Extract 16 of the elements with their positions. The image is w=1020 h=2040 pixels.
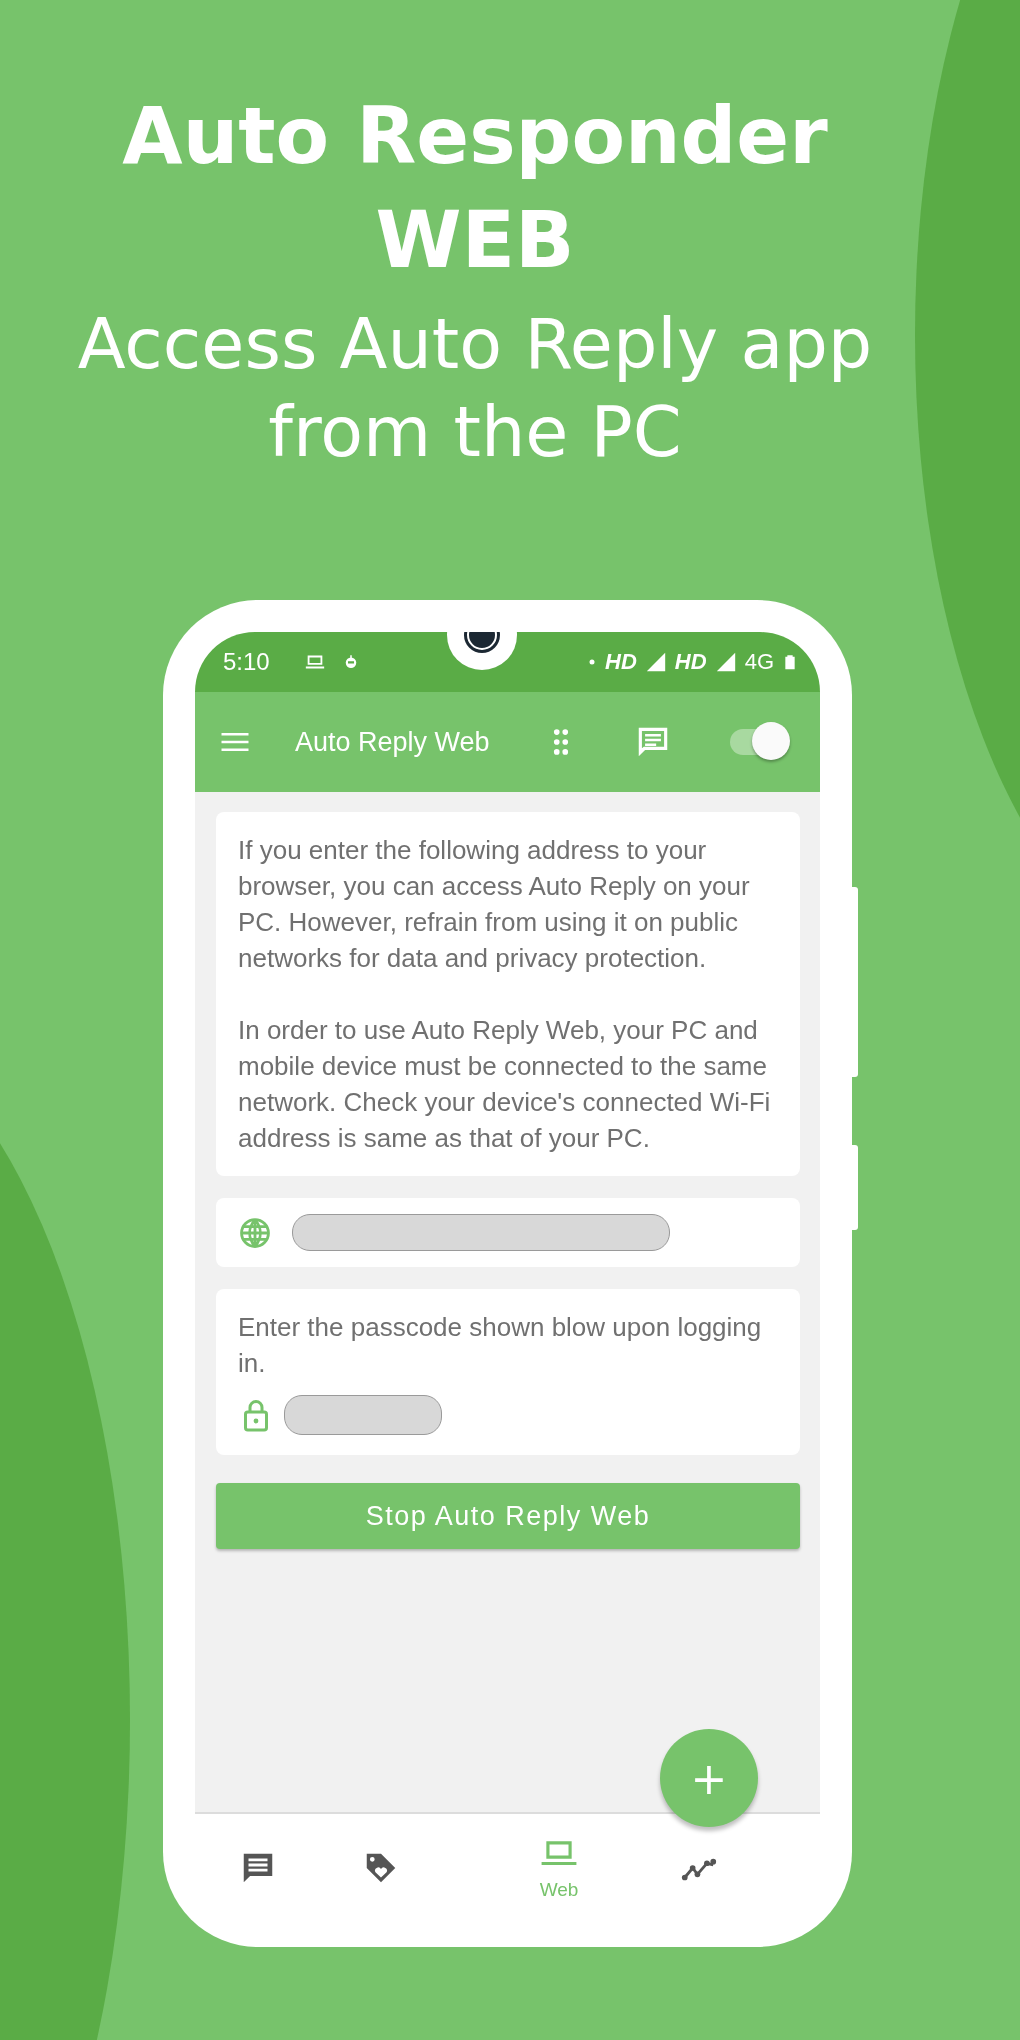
info-text: If you enter the following address to your browser, you can access Auto Reply on your PC. However, refrain from using it on public networks for data and privacy protection. bbox=[238, 834, 751, 975]
nav-tab[interactable]: Web bbox=[539, 1835, 579, 1901]
headline-subtitle: Access Auto Reply app from the PC bbox=[77, 302, 873, 475]
network-label: HD bbox=[605, 649, 637, 675]
signal-icon bbox=[714, 651, 737, 673]
headline-title: Auto Responder WEB bbox=[122, 90, 828, 287]
network-label: 4G bbox=[744, 649, 774, 675]
info-text: In order to use Auto Reply Web, your PC and mobile device must be connected to the same network. Check your device's connected Wi-Fi address is same as that of your PC. bbox=[238, 1014, 772, 1155]
network-label: HD bbox=[674, 649, 707, 675]
globe-icon bbox=[238, 1215, 272, 1250]
status-time: 5:10 bbox=[223, 648, 270, 676]
toolbar-title: Auto Reply Web bbox=[295, 726, 491, 758]
passcode-text: Enter the passcode shown blow upon logging in. bbox=[238, 1311, 763, 1380]
stop-button[interactable]: Stop Auto Reply Web bbox=[216, 1483, 800, 1549]
signal-icon bbox=[644, 651, 667, 673]
toggle-switch[interactable] bbox=[728, 722, 792, 762]
